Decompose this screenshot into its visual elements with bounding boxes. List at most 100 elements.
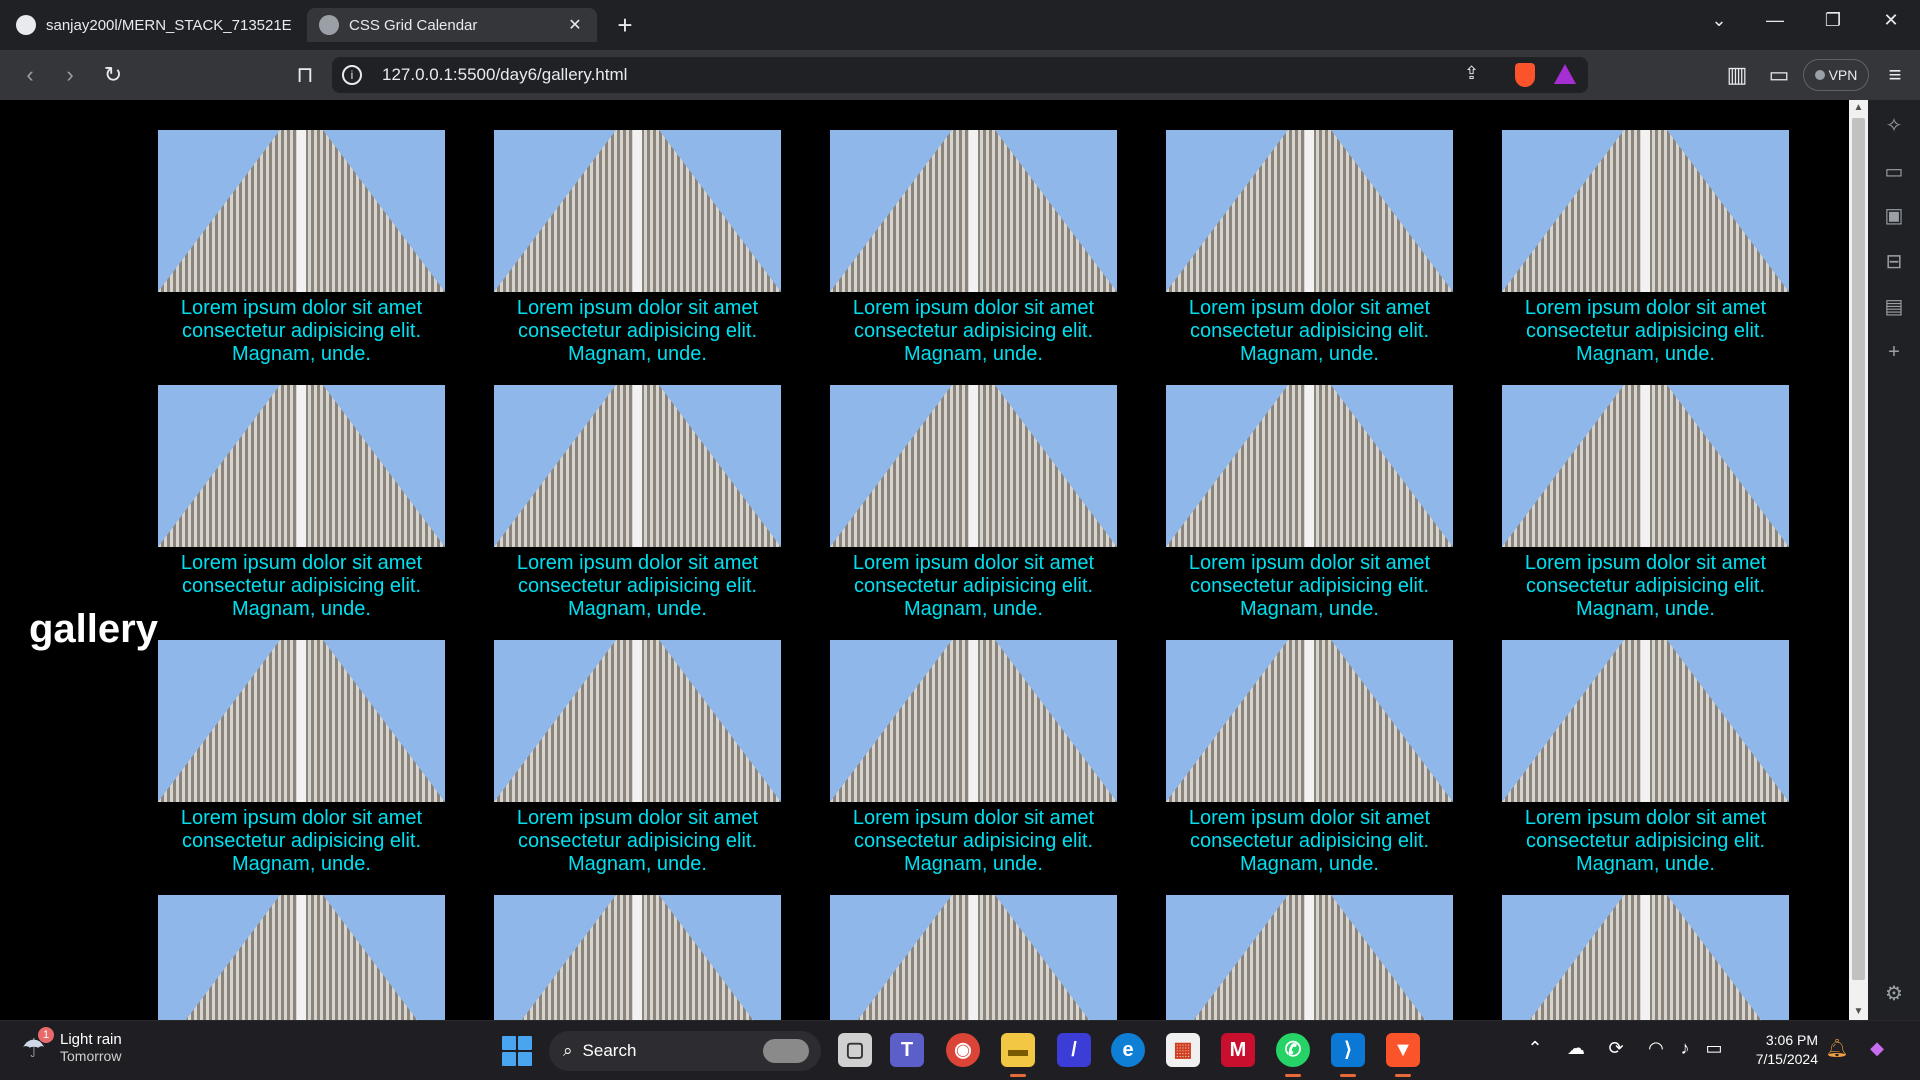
gallery-image [1166,640,1453,802]
sync-icon[interactable]: ⟳ [1603,1038,1629,1059]
gallery-image [158,895,445,1020]
onedrive-icon[interactable]: ☁ [1563,1038,1589,1059]
teams-icon[interactable]: T [890,1033,924,1067]
scroll-up-arrow[interactable]: ▲ [1849,100,1868,116]
gallery-caption: Lorem ipsum dolor sit amet consectetur a… [1188,552,1431,620]
brave-rewards-icon[interactable] [1554,64,1576,84]
restore-button[interactable]: ❐ [1818,10,1848,31]
tab-title: sanjay200l/MERN_STACK_713521EE0 [46,16,292,34]
gallery-caption: Lorem ipsum dolor sit amet consectetur a… [852,297,1095,365]
file-explorer-icon[interactable]: ▬ [1001,1033,1035,1077]
gallery-grid: Lorem ipsum dolor sit amet consectetur a… [158,130,1789,1020]
gallery-card [494,895,781,1020]
gallery-image [1166,130,1453,292]
gallery-card [1502,895,1789,1020]
close-tab-icon[interactable]: ✕ [565,15,585,35]
gallery-caption: Lorem ipsum dolor sit amet consectetur a… [852,807,1095,875]
weather-widget[interactable]: ☂ 1 Light rain Tomorrow [22,1026,122,1064]
site-info-icon[interactable]: i [342,65,362,85]
gallery-caption: Lorem ipsum dolor sit amet consectetur a… [516,297,759,365]
task-view-icon[interactable]: ▢ [838,1033,872,1067]
browser-title-bar: sanjay200l/MERN_STACK_713521EE0 CSS Grid… [0,0,1920,50]
gallery-caption: Lorem ipsum dolor sit amet consectetur a… [516,807,759,875]
add-panel-icon[interactable]: + [1882,340,1906,364]
gallery-card: Lorem ipsum dolor sit amet consectetur a… [830,385,1117,620]
settings-gear-icon[interactable]: ⚙ [1882,982,1906,1006]
gallery-caption: Lorem ipsum dolor sit amet consectetur a… [1524,807,1767,875]
scroll-thumb[interactable] [1852,118,1865,980]
app-icon[interactable]: / [1057,1033,1091,1067]
leo-ai-icon[interactable]: ✧ [1882,114,1906,138]
reload-icon[interactable]: ↻ [98,60,128,90]
address-bar[interactable]: i 127.0.0.1:5500/day6/gallery.html ⇪ [332,57,1588,93]
notification-bell-icon[interactable]: 🔔︎ [1824,1038,1850,1059]
brave-shields-icon[interactable] [1515,63,1535,87]
tab-css-grid-calendar[interactable]: CSS Grid Calendar ✕ [307,8,597,42]
gallery-card: Lorem ipsum dolor sit amet consectetur a… [158,640,445,875]
notification-badge: 1 [38,1026,54,1043]
windows-start-button[interactable] [502,1036,532,1066]
system-clock[interactable]: 3:06 PM 7/15/2024 [1742,1031,1818,1069]
gallery-card: Lorem ipsum dolor sit amet consectetur a… [1502,640,1789,875]
show-hidden-icons-chevron[interactable]: ⌃ [1522,1038,1548,1059]
search-highlight-image [763,1039,809,1063]
minimize-button[interactable]: — [1760,10,1790,31]
gallery-image [1502,640,1789,802]
gallery-image [158,385,445,547]
whatsapp-icon[interactable]: ✆ [1276,1033,1310,1077]
brave-browser-icon[interactable]: ▼ [1386,1033,1420,1077]
taskbar-search[interactable]: ⌕ Search [549,1031,821,1071]
microsoft-store-icon[interactable]: ▦ [1166,1033,1200,1067]
vpn-button[interactable]: VPN [1803,59,1869,91]
gallery-image [830,130,1117,292]
gallery-card: Lorem ipsum dolor sit amet consectetur a… [1502,130,1789,365]
sidebar-toggle-icon[interactable]: ▥ [1722,60,1752,90]
wallet-icon[interactable]: ▭ [1764,60,1794,90]
gallery-image [1502,895,1789,1020]
github-icon [16,15,36,35]
url-text[interactable]: 127.0.0.1:5500/day6/gallery.html [382,65,627,85]
reader-icon[interactable]: ▤ [1882,295,1906,319]
gallery-image [1502,130,1789,292]
bookmark-icon[interactable]: ⊓ [290,60,320,90]
gallery-card: Lorem ipsum dolor sit amet consectetur a… [494,640,781,875]
gallery-caption: Lorem ipsum dolor sit amet consectetur a… [852,552,1095,620]
gallery-card [830,895,1117,1020]
back-icon[interactable]: ‹ [15,60,45,90]
gallery-card: Lorem ipsum dolor sit amet consectetur a… [494,130,781,365]
battery-icon[interactable]: ▭ [1701,1038,1727,1059]
wallet-sidebar-icon[interactable]: ▣ [1882,204,1906,228]
gallery-image [494,895,781,1020]
new-tab-button[interactable]: + [610,10,640,41]
gallery-card: Lorem ipsum dolor sit amet consectetur a… [1166,130,1453,365]
tab-github[interactable]: sanjay200l/MERN_STACK_713521EE0 [4,8,304,42]
menu-icon[interactable]: ≡ [1880,60,1910,90]
page-heading: gallery [29,607,158,651]
bookmarks-icon[interactable]: ⊟ [1882,250,1906,274]
chrome-icon[interactable]: ◉ [946,1033,980,1067]
gallery-image [1166,385,1453,547]
forward-icon[interactable]: › [55,60,85,90]
copilot-icon[interactable]: ◆ [1864,1038,1890,1059]
page-scrollbar[interactable]: ▲ ▼ [1849,100,1868,1020]
scroll-down-arrow[interactable]: ▼ [1849,1004,1868,1020]
vscode-icon[interactable]: ⟩ [1331,1033,1365,1077]
tab-search-icon[interactable]: ⌄ [1704,10,1734,31]
gallery-image [494,640,781,802]
gallery-card: Lorem ipsum dolor sit amet consectetur a… [1502,385,1789,620]
close-window-button[interactable]: ✕ [1876,10,1906,31]
edge-icon[interactable]: e [1111,1033,1145,1067]
gallery-card: Lorem ipsum dolor sit amet consectetur a… [158,130,445,365]
mcafee-icon[interactable]: M [1221,1033,1255,1067]
volume-icon[interactable]: ♪ [1672,1038,1698,1059]
browser-sidebar: ✧ ▭ ▣ ⊟ ▤ + ⚙ [1868,100,1920,1020]
vpn-label: VPN [1828,67,1858,83]
gallery-caption: Lorem ipsum dolor sit amet consectetur a… [180,807,423,875]
umbrella-icon: ☂ 1 [22,1026,54,1063]
weather-condition: Light rain [60,1031,122,1048]
share-icon[interactable]: ⇪ [1464,63,1479,84]
gallery-card: Lorem ipsum dolor sit amet consectetur a… [1166,640,1453,875]
reading-list-icon[interactable]: ▭ [1882,160,1906,184]
wifi-icon[interactable]: ◠ [1643,1038,1669,1059]
gallery-image [494,385,781,547]
